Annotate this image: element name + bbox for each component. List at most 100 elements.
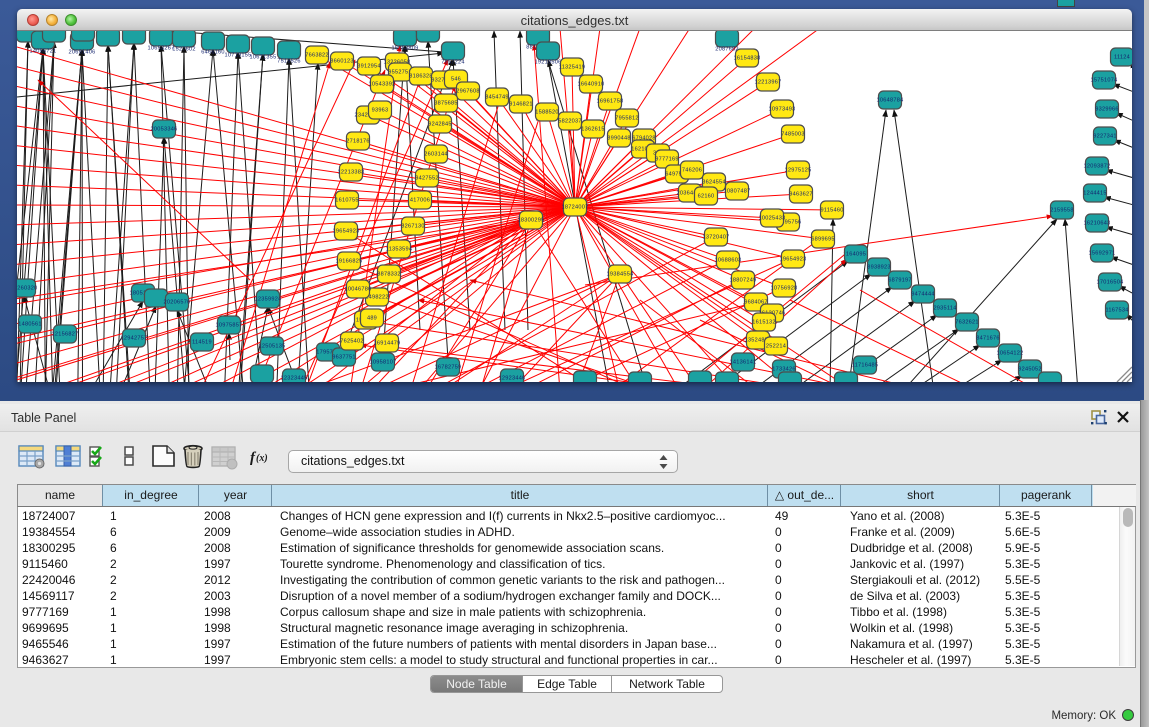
svg-text:8267130: 8267130 xyxy=(401,224,425,230)
svg-text:16640910: 16640910 xyxy=(578,82,605,88)
svg-text:14136141: 14136141 xyxy=(730,360,757,366)
svg-text:18724007: 18724007 xyxy=(562,205,589,211)
svg-text:10688603: 10688603 xyxy=(715,258,742,264)
svg-text:3624554: 3624554 xyxy=(702,180,726,186)
svg-text:1167534: 1167534 xyxy=(1105,308,1128,314)
svg-text:10648784: 10648784 xyxy=(877,98,904,104)
svg-text:15692971: 15692971 xyxy=(1089,251,1116,257)
svg-text:12975125: 12975125 xyxy=(785,168,812,174)
svg-text:10654122: 10654122 xyxy=(997,351,1024,357)
svg-text:11716485: 11716485 xyxy=(852,363,878,369)
svg-text:18807249: 18807249 xyxy=(730,278,757,284)
svg-text:1588520: 1588520 xyxy=(535,110,559,116)
svg-text:9245052: 9245052 xyxy=(1018,367,1042,373)
svg-text:12213383: 12213383 xyxy=(338,170,365,176)
svg-text:9329966: 9329966 xyxy=(1095,107,1119,113)
svg-text:7663822: 7663822 xyxy=(305,53,329,59)
svg-text:10543392: 10543392 xyxy=(369,82,396,88)
svg-text:(x): (x) xyxy=(256,453,268,464)
svg-text:1615132: 1615132 xyxy=(752,320,776,326)
svg-text:17016504: 17016504 xyxy=(1097,280,1124,286)
svg-text:8186328: 8186328 xyxy=(409,74,433,80)
svg-text:9463627: 9463627 xyxy=(789,192,813,198)
svg-text:9777169: 9777169 xyxy=(655,157,679,163)
svg-text:26260320: 26260320 xyxy=(17,286,37,292)
svg-text:16210643: 16210643 xyxy=(1084,221,1111,227)
svg-text:12942757: 12942757 xyxy=(121,336,148,342)
svg-text:1362615: 1362615 xyxy=(581,127,605,133)
svg-text:1527602: 1527602 xyxy=(172,47,196,53)
svg-text:1610755: 1610755 xyxy=(335,198,359,204)
svg-text:12359924: 12359924 xyxy=(255,297,282,303)
svg-text:7632621: 7632621 xyxy=(955,320,979,326)
svg-text:16782759: 16782759 xyxy=(435,365,462,371)
svg-text:8990448: 8990448 xyxy=(607,136,631,142)
svg-text:489: 489 xyxy=(367,316,377,322)
svg-text:8660123: 8660123 xyxy=(330,59,354,65)
svg-text:10653267: 10653267 xyxy=(148,46,175,52)
svg-text:14055721: 14055721 xyxy=(30,49,57,55)
svg-text:2935114: 2935114 xyxy=(933,306,956,312)
svg-text:20691406: 20691406 xyxy=(69,50,96,56)
svg-text:9474444: 9474444 xyxy=(911,292,935,298)
svg-text:18300295: 18300295 xyxy=(518,218,545,224)
svg-text:5822037: 5822037 xyxy=(558,119,582,125)
svg-text:6899695: 6899695 xyxy=(811,237,835,243)
svg-text:19654923: 19654923 xyxy=(780,257,807,263)
svg-text:2718176: 2718176 xyxy=(346,139,370,145)
svg-text:9242845: 9242845 xyxy=(428,122,452,128)
svg-text:7515526: 7515526 xyxy=(277,59,301,65)
svg-text:164095: 164095 xyxy=(846,252,866,258)
svg-text:10025433: 10025433 xyxy=(759,216,786,222)
svg-text:417006: 417006 xyxy=(410,198,430,204)
svg-text:6466160: 6466160 xyxy=(201,50,225,56)
svg-text:9115460: 9115460 xyxy=(820,208,843,214)
svg-text:19166825: 19166825 xyxy=(336,259,363,265)
svg-text:114519: 114519 xyxy=(192,340,212,346)
svg-text:16914479: 16914479 xyxy=(374,341,401,347)
svg-text:19654923: 19654923 xyxy=(333,229,360,235)
svg-text:1480561: 1480561 xyxy=(18,322,42,328)
svg-text:16961758: 16961758 xyxy=(597,99,624,105)
svg-text:2159558: 2159558 xyxy=(1050,208,1074,214)
svg-text:9427552: 9427552 xyxy=(415,176,439,182)
svg-text:1244415: 1244415 xyxy=(1083,191,1107,197)
svg-text:19384554: 19384554 xyxy=(607,272,634,278)
svg-text:9146821: 9146821 xyxy=(509,102,533,108)
svg-text:12923446: 12923446 xyxy=(499,376,526,382)
svg-text:11124: 11124 xyxy=(1114,55,1130,61)
svg-text:2087682: 2087682 xyxy=(715,47,739,53)
svg-text:12323445: 12323445 xyxy=(281,376,308,382)
svg-text:7485003: 7485003 xyxy=(781,132,805,138)
svg-text:20053346: 20053346 xyxy=(151,127,178,133)
svg-text:11325419: 11325419 xyxy=(559,65,585,71)
svg-text:15751074: 15751074 xyxy=(1091,78,1118,84)
svg-text:8938923: 8938923 xyxy=(867,265,891,271)
svg-text:9227341: 9227341 xyxy=(1093,134,1117,140)
svg-text:546: 546 xyxy=(451,77,461,83)
svg-text:8471676: 8471676 xyxy=(976,336,1000,342)
svg-text:16154838: 16154838 xyxy=(734,56,761,62)
svg-text:2967608: 2967608 xyxy=(456,89,480,95)
svg-text:3875685: 3875685 xyxy=(434,101,458,107)
svg-text:13720407: 13720407 xyxy=(703,235,730,241)
svg-text:10958107: 10958107 xyxy=(370,360,397,366)
svg-text:7625402: 7625402 xyxy=(340,339,364,345)
svg-text:12156827: 12156827 xyxy=(52,332,79,338)
svg-text:10671355: 10671355 xyxy=(250,55,277,61)
svg-text:8454749: 8454749 xyxy=(485,95,509,101)
svg-text:20206576: 20206576 xyxy=(164,300,191,306)
svg-text:7857224: 7857224 xyxy=(441,60,465,66)
svg-text:9637751: 9637751 xyxy=(332,355,356,361)
svg-text:2603144: 2603144 xyxy=(424,152,448,158)
svg-text:252214: 252214 xyxy=(766,344,786,350)
svg-text:19218506: 19218506 xyxy=(535,60,562,66)
svg-text:7955812: 7955812 xyxy=(615,116,639,122)
svg-text:12093872: 12093872 xyxy=(1084,164,1111,170)
svg-text:10807487: 10807487 xyxy=(724,189,751,195)
svg-text:8878332: 8878332 xyxy=(377,272,401,278)
svg-text:9552751: 9552751 xyxy=(388,70,412,76)
svg-text:93963: 93963 xyxy=(372,108,389,114)
svg-text:12505135: 12505135 xyxy=(259,344,286,350)
svg-text:746206: 746206 xyxy=(682,168,702,174)
